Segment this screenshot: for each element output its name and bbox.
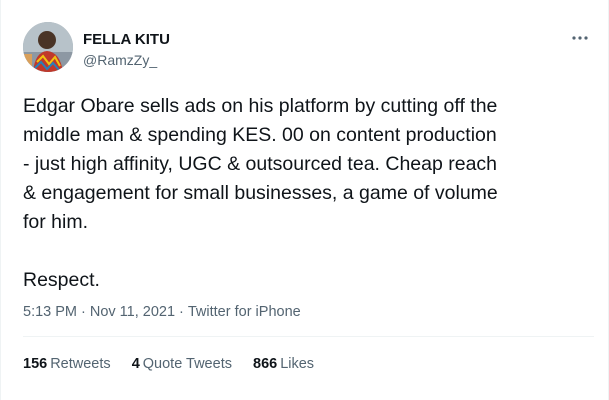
quote-tweets-stat[interactable]: 4 Quote Tweets	[132, 354, 232, 374]
author-handle[interactable]: @RamzZy_	[83, 51, 170, 69]
likes-label: Likes	[280, 356, 315, 372]
meta-separator: ·	[179, 304, 184, 320]
tweet-stats: 156 Retweets 4 Quote Tweets 866 Likes	[23, 354, 331, 374]
tweet-date[interactable]: Nov 11, 2021	[90, 304, 175, 320]
retweets-label: Retweets	[50, 356, 111, 372]
tweet-text: Edgar Obare sells ads on his platform by…	[23, 95, 498, 291]
author-display-name[interactable]: FELLA KITU	[83, 31, 170, 49]
avatar[interactable]	[23, 22, 73, 72]
stats-divider	[23, 336, 594, 337]
author-info: FELLA KITU @RamzZy_	[83, 31, 170, 69]
tweet-metadata: 5:13 PM · Nov 11, 2021 · Twitter for iPhone	[23, 302, 301, 322]
retweets-stat[interactable]: 156 Retweets	[23, 354, 111, 374]
tweet-time[interactable]: 5:13 PM	[23, 304, 77, 320]
likes-stat[interactable]: 866 Likes	[253, 354, 314, 374]
likes-count: 866	[253, 356, 278, 372]
quote-tweets-label: Quote Tweets	[142, 356, 232, 372]
retweets-count: 156	[23, 356, 48, 372]
quote-tweets-count: 4	[131, 356, 140, 372]
meta-separator: ·	[81, 304, 86, 320]
tweet-header: FELLA KITU @RamzZy_	[23, 22, 594, 74]
avatar-image	[23, 22, 73, 72]
tweet-card: FELLA KITU @RamzZy_ Edgar Obare sells ad…	[0, 0, 609, 400]
more-horizontal-icon	[572, 36, 588, 40]
more-options-button[interactable]	[570, 28, 590, 48]
tweet-source[interactable]: Twitter for iPhone	[188, 304, 301, 320]
